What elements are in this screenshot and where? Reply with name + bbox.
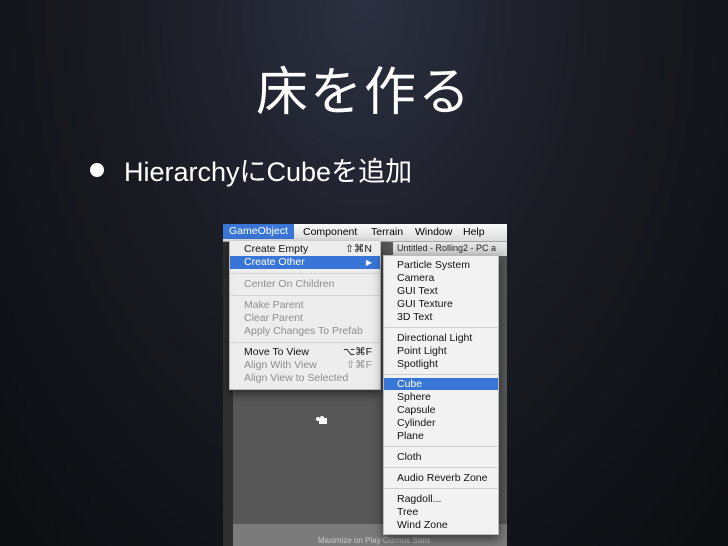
submenu-item-cube[interactable]: Cube <box>384 378 498 390</box>
menu-bar: GameObject Component Terrain Window Help <box>223 224 507 242</box>
menu-item-create-other[interactable]: Create Other ▶ <box>230 256 380 269</box>
menu-item-clear-parent: Clear Parent <box>244 312 303 324</box>
menu-component[interactable]: Component <box>303 226 357 238</box>
menu-item-align-with-view: Align With View ⇧⌘F <box>230 359 380 372</box>
submenu-item-gui-texture[interactable]: GUI Texture <box>384 298 498 310</box>
camera-gizmo-icon <box>316 416 327 424</box>
menu-item-move-to-view[interactable]: Move To View ⌥⌘F <box>230 346 380 359</box>
gameobject-menu: Create Empty ⇧⌘N Create Other ▶ Center O… <box>229 241 381 390</box>
unity-screenshot: Maximize on Play Gizmos Stats GameObject… <box>223 224 507 546</box>
menu-item-apply-changes: Apply Changes To Prefab <box>244 325 363 337</box>
submenu-item-point-light[interactable]: Point Light <box>384 345 498 357</box>
shortcut-label: ⌥⌘F <box>342 346 372 358</box>
menu-gameobject[interactable]: GameObject <box>223 224 294 239</box>
submenu-item-plane[interactable]: Plane <box>384 430 498 442</box>
window-title: Untitled - Rolling2 - PC a <box>393 242 507 256</box>
submenu-item-gui-text[interactable]: GUI Text <box>384 285 498 297</box>
submenu-item-sphere[interactable]: Sphere <box>384 391 498 403</box>
menu-separator <box>384 488 498 489</box>
submenu-item-directional-light[interactable]: Directional Light <box>384 332 498 344</box>
submenu-item-3d-text[interactable]: 3D Text <box>384 311 498 323</box>
menu-separator <box>384 467 498 468</box>
game-toolbar-text: Maximize on Play Gizmos Stats <box>318 536 431 545</box>
menu-item-label: Align With View <box>244 359 317 371</box>
submenu-item-spotlight[interactable]: Spotlight <box>384 358 498 370</box>
bullet-dot <box>90 162 104 177</box>
submenu-item-cylinder[interactable]: Cylinder <box>384 417 498 429</box>
menu-window[interactable]: Window <box>415 226 452 238</box>
menu-separator <box>384 446 498 447</box>
submenu-item-camera[interactable]: Camera <box>384 272 498 284</box>
shortcut-label: ⇧⌘F <box>346 359 372 371</box>
bullet-item: HierarchyにCubeを追加 <box>90 150 412 189</box>
menu-help[interactable]: Help <box>463 226 485 238</box>
menu-item-center-on-children: Center On Children <box>244 278 335 290</box>
menu-separator <box>230 273 380 274</box>
submenu-item-wind-zone[interactable]: Wind Zone <box>384 519 498 531</box>
menu-item-label: Move To View <box>244 346 309 358</box>
menu-separator <box>384 374 498 375</box>
menu-item-create-empty[interactable]: Create Empty ⇧⌘N <box>230 243 380 256</box>
submenu-item-particle-system[interactable]: Particle System <box>384 259 498 271</box>
menu-item-label: Create Empty <box>244 243 309 255</box>
slide-title: 床を作る <box>255 63 472 123</box>
menu-separator <box>230 342 380 343</box>
submenu-item-cloth[interactable]: Cloth <box>384 451 498 463</box>
create-other-submenu: Particle System Camera GUI Text GUI Text… <box>383 255 499 535</box>
submenu-arrow-icon: ▶ <box>365 258 372 267</box>
submenu-item-ragdoll[interactable]: Ragdoll... <box>384 493 498 505</box>
submenu-item-tree[interactable]: Tree <box>384 506 498 518</box>
submenu-item-capsule[interactable]: Capsule <box>384 404 498 416</box>
menu-separator <box>384 327 498 328</box>
submenu-item-audio-reverb-zone[interactable]: Audio Reverb Zone <box>384 472 498 484</box>
menu-terrain[interactable]: Terrain <box>371 226 403 238</box>
menu-separator <box>230 295 380 296</box>
menu-item-label: Create Other <box>244 256 305 268</box>
shortcut-label: ⇧⌘N <box>345 243 372 255</box>
bullet-text: HierarchyにCubeを追加 <box>124 157 413 187</box>
menu-item-align-view-to-selected: Align View to Selected <box>244 372 349 384</box>
menu-item-make-parent: Make Parent <box>244 299 304 311</box>
